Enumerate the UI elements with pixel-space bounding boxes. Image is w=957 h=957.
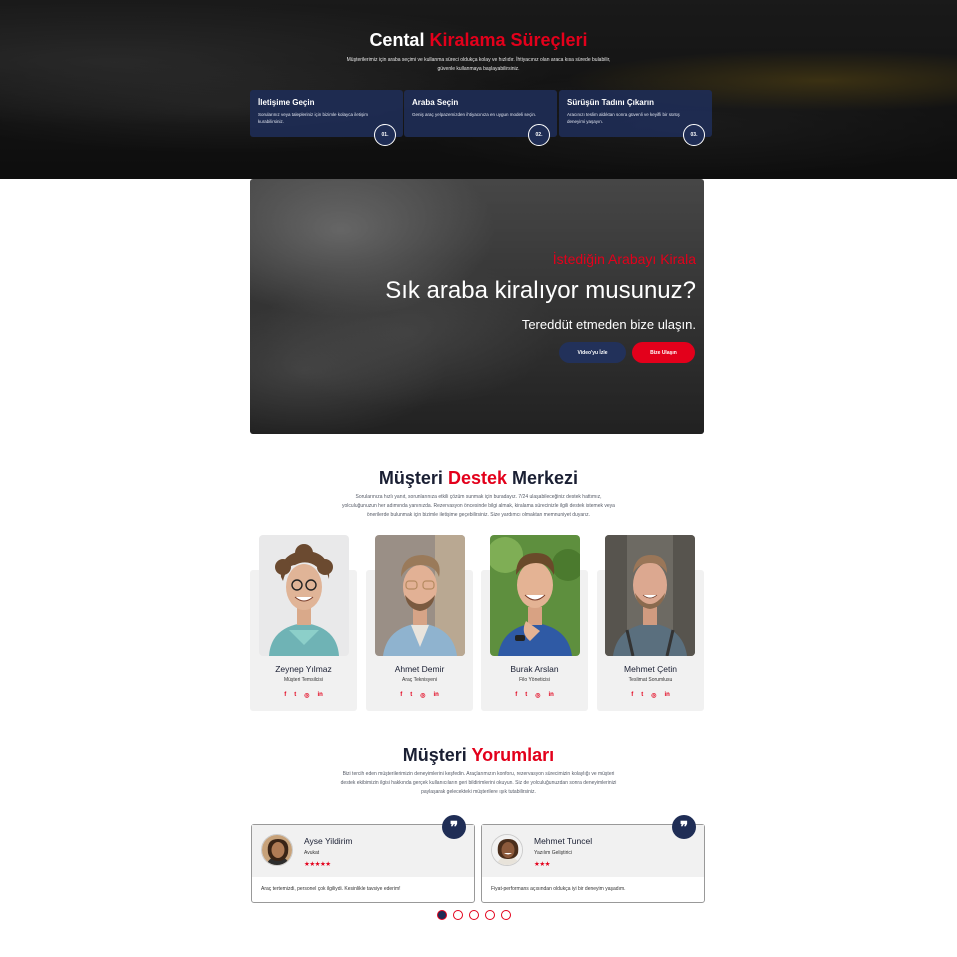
team-member-name: Mehmet Çetin	[624, 664, 677, 674]
step-text: Sorularınız veya talepleriniz için bizim…	[258, 112, 369, 124]
step-text: Aracınızı teslim aldıktan sonra güvenli …	[567, 112, 680, 124]
banner-subtext: Tereddüt etmeden bize ulaşın.	[521, 317, 696, 332]
linkedin-icon[interactable]: in	[664, 692, 669, 699]
social-links: f t ◎ in	[597, 692, 704, 699]
reviewer-name: Ayse Yildirim	[304, 836, 353, 846]
carousel-dot[interactable]	[501, 910, 511, 920]
step-text: Geniş araç yelpazemizden ihtiyacınıza en…	[412, 112, 537, 117]
watch-video-button[interactable]: Video'yu İzle	[559, 342, 626, 363]
process-title: Cental Kiralama Süreçleri	[369, 30, 588, 50]
reviewer-name: Mehmet Tuncel	[534, 836, 593, 846]
team-photo	[605, 535, 695, 656]
rental-process-section: Cental Kiralama Süreçleri Müşterilerimiz…	[0, 0, 957, 179]
reviews-title: Müşteri Yorumları	[402, 745, 555, 765]
social-links: f t ◎ in	[366, 692, 473, 699]
twitter-icon[interactable]: t	[410, 692, 412, 699]
team-member-role: Teslimat Sorumlusu	[628, 677, 673, 683]
step-number: 01.	[374, 124, 396, 146]
carousel-dot[interactable]	[453, 910, 463, 920]
carousel-dot[interactable]	[469, 910, 479, 920]
team-member-name: Ahmet Demir	[394, 664, 445, 674]
reviewer-role: Avukat	[304, 850, 320, 856]
carousel-dot[interactable]	[437, 910, 447, 920]
team-photo	[259, 535, 349, 656]
team-member-name: Burak Arslan	[510, 664, 559, 674]
avatar	[491, 834, 523, 866]
process-step-1: İletişime Geçin Sorularınız veya taleple…	[250, 90, 403, 146]
team-member-name: Zeynep Yılmaz	[275, 664, 332, 674]
contact-us-button[interactable]: Bize Ulaşın	[632, 342, 695, 363]
twitter-icon[interactable]: t	[641, 692, 643, 699]
team-member-role: Araç Teknisyeni	[402, 677, 437, 683]
linkedin-icon[interactable]: in	[433, 692, 438, 699]
facebook-icon[interactable]: f	[284, 692, 286, 699]
facebook-icon[interactable]: f	[631, 692, 633, 699]
instagram-icon[interactable]: ◎	[304, 692, 309, 699]
instagram-icon[interactable]: ◎	[535, 692, 540, 699]
avatar	[261, 834, 293, 866]
linkedin-icon[interactable]: in	[317, 692, 322, 699]
rental-banner: İstediğin Arabayı Kirala Sık araba kiral…	[250, 179, 704, 434]
support-description: Sorularınıza hızlı yanıt, sorunlarınıza …	[342, 494, 615, 518]
review-text: Araç tertemizdi, personel çok ilgiliydi.…	[261, 886, 401, 892]
twitter-icon[interactable]: t	[525, 692, 527, 699]
reviewer-role: Yazılım Geliştirici	[534, 850, 572, 856]
quote-icon: ❞	[672, 815, 696, 839]
facebook-icon[interactable]: f	[515, 692, 517, 699]
twitter-icon[interactable]: t	[294, 692, 296, 699]
process-step-3: Sürüşün Tadını Çıkarın Aracınızı teslim …	[559, 90, 712, 146]
step-number: 03.	[683, 124, 705, 146]
process-subtitle: Müşterilerimiz için araba seçimi ve kull…	[346, 57, 611, 72]
banner-eyebrow: İstediğin Arabayı Kirala	[552, 251, 696, 267]
carousel-pagination	[437, 910, 511, 920]
reviews-description: Bizi tercih eden müşterilerimizin deneyi…	[340, 771, 617, 795]
banner-headline: Sık araba kiralıyor musunuz?	[385, 277, 696, 304]
process-step-2: Araba Seçin Geniş araç yelpazemizden iht…	[404, 90, 557, 146]
team-photo	[490, 535, 580, 656]
rating-stars: ★★★	[534, 861, 550, 868]
facebook-icon[interactable]: f	[400, 692, 402, 699]
social-links: f t ◎ in	[481, 692, 588, 699]
team-member-role: Filo Yöneticisi	[519, 677, 550, 683]
team-member-role: Müşteri Temsilcisi	[283, 677, 324, 683]
team-photo	[375, 535, 465, 656]
step-number: 02.	[528, 124, 550, 146]
review-card: Ayse Yildirim Avukat ★★★★★ Araç tertemiz…	[251, 815, 475, 903]
review-card: Mehmet Tuncel Yazılım Geliştirici ★★★ Fi…	[481, 815, 705, 903]
carousel-dot[interactable]	[485, 910, 495, 920]
instagram-icon[interactable]: ◎	[420, 692, 425, 699]
rating-stars: ★★★★★	[304, 861, 331, 868]
step-title: Sürüşün Tadını Çıkarın	[567, 98, 654, 107]
support-title: Müşteri Destek Merkezi	[378, 468, 579, 488]
quote-icon: ❞	[442, 815, 466, 839]
instagram-icon[interactable]: ◎	[651, 692, 656, 699]
step-title: Araba Seçin	[412, 98, 459, 107]
linkedin-icon[interactable]: in	[548, 692, 553, 699]
review-text: Fiyat-performans açısından oldukça iyi b…	[491, 886, 626, 892]
step-title: İletişime Geçin	[258, 98, 315, 107]
social-links: f t ◎ in	[250, 692, 357, 699]
